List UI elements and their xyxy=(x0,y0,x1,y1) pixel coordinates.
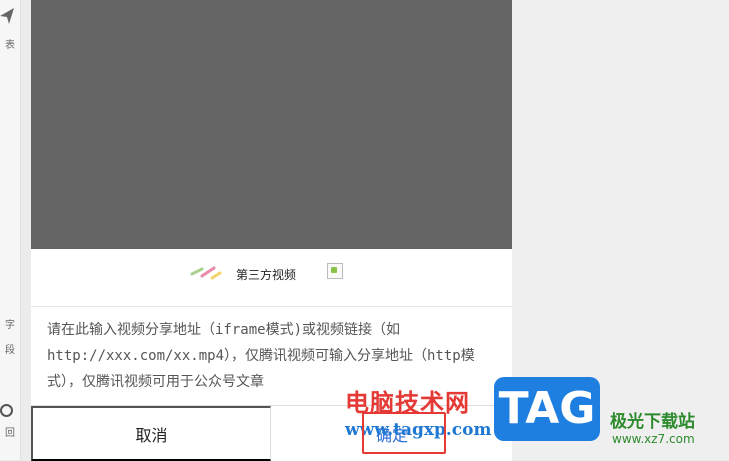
video-preview xyxy=(31,0,512,249)
toolbar-item-table[interactable]: 表 xyxy=(0,40,20,52)
toolbar-item-char[interactable]: 字 xyxy=(0,320,20,332)
toolbar-item-return[interactable]: 回 xyxy=(0,428,20,440)
send-icon[interactable] xyxy=(0,8,14,24)
left-toolbar: 表 字 段 回 xyxy=(0,0,21,460)
broken-image-icon xyxy=(327,263,343,279)
confirm-highlight-box xyxy=(362,412,446,454)
third-party-video-icon xyxy=(190,266,222,280)
watermark-second-site: 极光下载站 xyxy=(610,412,695,432)
toolbar-item-paragraph[interactable]: 段 xyxy=(0,345,20,357)
tag-logo: TAG xyxy=(494,377,600,441)
tab-third-party-video[interactable]: 第三方视频 xyxy=(236,266,296,283)
watermark-second-url: www.xz7.com xyxy=(612,432,695,446)
circle-icon[interactable] xyxy=(0,404,13,417)
cancel-button[interactable]: 取消 xyxy=(31,406,271,461)
tab-row: 第三方视频 xyxy=(31,249,512,307)
